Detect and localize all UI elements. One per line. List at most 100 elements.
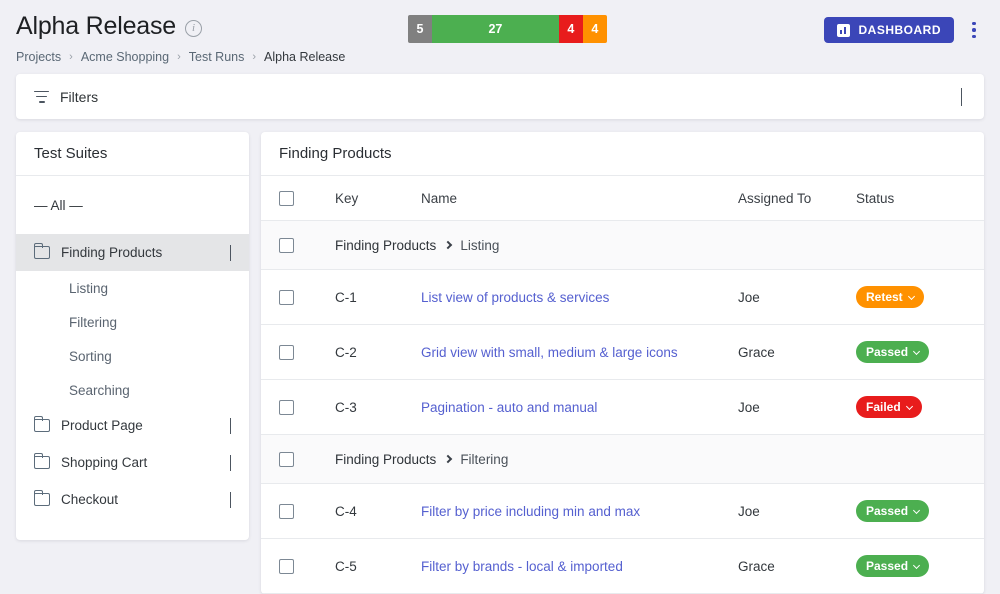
chevron-down-icon	[912, 561, 921, 569]
breadcrumb-separator-icon: ›	[252, 51, 257, 63]
cell-assigned-to: Joe	[738, 503, 760, 519]
cell-key: C-4	[335, 503, 357, 519]
sidebar-suite-label: Product Page	[61, 418, 143, 433]
sidebar-title: Test Suites	[16, 132, 249, 176]
group-label: Finding Products Filtering	[335, 452, 508, 467]
status-segment-failed[interactable]: 4	[558, 15, 583, 43]
test-suites-sidebar: Test Suites — All — Finding Products List…	[16, 132, 249, 540]
status-segment-untested[interactable]: 5	[408, 15, 432, 43]
cell-status: Passed	[856, 555, 966, 577]
chevron-down-icon[interactable]	[230, 455, 231, 471]
status-badge-label: Passed	[866, 504, 909, 518]
cell-assigned-to: Grace	[738, 344, 775, 360]
table-group-row: Finding Products Filtering	[261, 435, 984, 484]
chevron-down-icon[interactable]	[961, 87, 962, 106]
test-case-link[interactable]: Pagination - auto and manual	[421, 400, 597, 415]
status-badge[interactable]: Passed	[856, 555, 930, 577]
status-badge[interactable]: Passed	[856, 500, 930, 522]
row-checkbox[interactable]	[279, 237, 294, 253]
breadcrumb-separator-icon: ›	[177, 51, 181, 63]
row-checkbox[interactable]	[279, 503, 294, 519]
table-row: C-1 List view of products & services Joe Re…	[261, 270, 984, 325]
title-row: Alpha Release i	[16, 14, 345, 39]
chevron-right-icon	[444, 454, 453, 464]
status-segment-retest[interactable]: 4	[582, 15, 607, 43]
row-checkbox[interactable]	[279, 558, 294, 574]
column-header-key[interactable]: Key	[335, 191, 421, 206]
table-row: C-2 Grid view with small, medium & large …	[261, 325, 984, 380]
status-badge-label: Failed	[866, 400, 901, 414]
group-child: Listing	[460, 237, 500, 253]
status-summary-bar: 5 27 4 4	[408, 15, 607, 43]
folder-icon	[33, 242, 50, 259]
breadcrumb-item-acme-shopping[interactable]: Acme Shopping	[81, 50, 169, 64]
status-badge-label: Passed	[866, 345, 909, 359]
test-case-link[interactable]: Grid view with small, medium & large ico…	[421, 345, 678, 360]
table-header-row: Key Name Assigned To Status	[261, 176, 984, 221]
folder-icon	[33, 415, 50, 432]
dashboard-button-label: DASHBOARD	[858, 23, 941, 37]
row-checkbox[interactable]	[279, 344, 294, 360]
select-all-checkbox[interactable]	[279, 190, 294, 206]
chevron-down-icon	[912, 347, 921, 355]
sidebar-suite-finding-products[interactable]: Finding Products	[16, 234, 249, 271]
sidebar-item-all[interactable]: — All —	[16, 176, 249, 234]
status-badge[interactable]: Failed	[856, 396, 922, 418]
status-segment-passed[interactable]: 27	[432, 15, 559, 43]
table-body: Finding Products Listing C-1 List view of p…	[261, 221, 984, 594]
status-badge[interactable]: Passed	[856, 341, 930, 363]
row-checkbox[interactable]	[279, 399, 294, 415]
chevron-up-icon[interactable]	[230, 245, 231, 261]
sidebar-suite-label: Checkout	[61, 492, 119, 507]
test-case-link[interactable]: Filter by price including min and max	[421, 504, 640, 519]
cell-key: C-5	[335, 558, 357, 574]
sidebar-suite-shopping-cart[interactable]: Shopping Cart	[16, 444, 249, 481]
sidebar-suite-product-page[interactable]: Product Page	[16, 407, 249, 444]
table-row: C-5 Filter by brands - local & imported Gr…	[261, 539, 984, 594]
cell-assigned-to: Grace	[738, 558, 775, 574]
page-header: Alpha Release i Projects › Acme Shopping…	[0, 0, 1000, 74]
column-header-status[interactable]: Status	[856, 191, 966, 206]
breadcrumb-item-projects[interactable]: Projects	[16, 50, 61, 64]
column-header-name[interactable]: Name	[421, 191, 738, 206]
dashboard-button[interactable]: DASHBOARD	[823, 17, 954, 43]
breadcrumb-item-test-runs[interactable]: Test Runs	[189, 50, 245, 64]
header-actions: DASHBOARD	[823, 17, 985, 43]
sidebar-suite-label: Shopping Cart	[61, 455, 148, 470]
chevron-down-icon[interactable]	[230, 418, 231, 434]
breadcrumb-item-alpha-release: Alpha Release	[264, 50, 346, 64]
cell-name: Filter by brands - local & imported	[421, 559, 738, 574]
sidebar-suite-checkout[interactable]: Checkout	[16, 481, 249, 518]
cell-name: List view of products & services	[421, 290, 738, 305]
info-circle-icon[interactable]: i	[185, 19, 203, 37]
column-header-assigned-to[interactable]: Assigned To	[738, 191, 856, 206]
cell-name: Grid view with small, medium & large ico…	[421, 345, 738, 360]
sidebar-subitem-sorting[interactable]: Sorting	[16, 339, 249, 373]
row-checkbox[interactable]	[279, 451, 294, 467]
cell-name: Pagination - auto and manual	[421, 400, 738, 415]
filters-bar[interactable]: Filters	[16, 74, 984, 119]
chevron-down-icon[interactable]	[230, 492, 231, 508]
breadcrumb-separator-icon: ›	[69, 51, 73, 63]
chevron-down-icon	[905, 402, 913, 410]
sidebar-subitem-listing[interactable]: Listing	[16, 271, 249, 305]
status-badge[interactable]: Retest	[856, 286, 924, 308]
row-select-cell	[279, 289, 335, 305]
row-select-cell	[279, 344, 335, 360]
group-child: Filtering	[460, 451, 509, 467]
cell-key: C-2	[335, 344, 357, 360]
status-badge-label: Passed	[866, 559, 909, 573]
status-badge-label: Retest	[866, 290, 903, 304]
more-vertical-icon[interactable]	[964, 17, 984, 43]
test-case-link[interactable]: Filter by brands - local & imported	[421, 559, 623, 574]
group-label: Finding Products Listing	[335, 238, 499, 253]
test-case-link[interactable]: List view of products & services	[421, 290, 609, 305]
row-checkbox[interactable]	[279, 289, 294, 305]
sidebar-suite-label: Finding Products	[61, 245, 163, 260]
test-cases-panel: Finding Products Key Name Assigned To St…	[261, 132, 984, 594]
chevron-down-icon	[907, 292, 915, 300]
sidebar-suite-list: Finding Products Listing Filtering Sorting S…	[16, 234, 249, 518]
sidebar-subitem-filtering[interactable]: Filtering	[16, 305, 249, 339]
sidebar-subitem-searching[interactable]: Searching	[16, 373, 249, 407]
